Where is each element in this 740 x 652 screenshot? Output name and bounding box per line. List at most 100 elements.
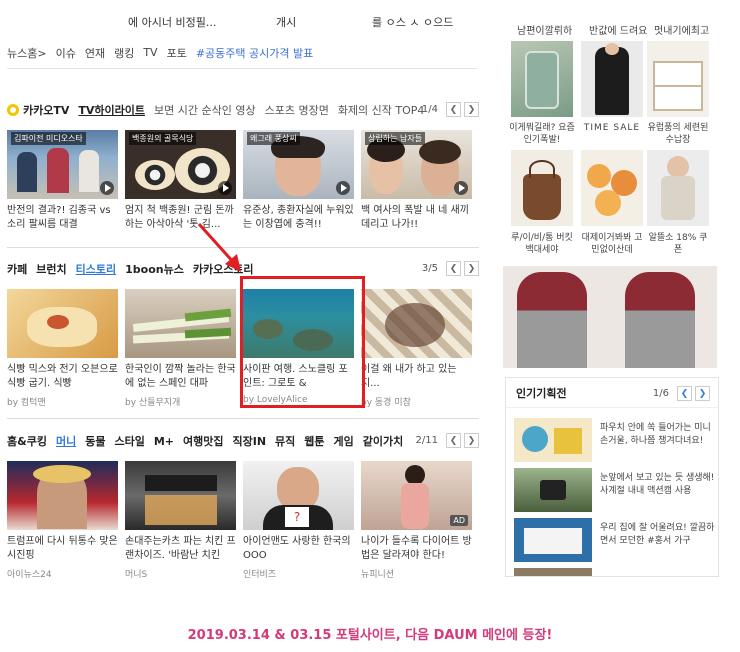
shop-label[interactable]: 반값에 드려요 xyxy=(589,22,647,37)
news-card[interactable]: 손대주는카츠 파는 치킨 프랜차이즈. '바람난 치킨 머니S xyxy=(125,461,236,580)
video-card[interactable]: 왜그래 풍상씨 유준상, 종환자실에 누워있는 이창엽에 충격!! xyxy=(243,130,354,232)
popular-item-text[interactable]: 파우치 안에 쏙 들어가는 미니 손거울, 하나쯤 챙겨다녀요! xyxy=(600,422,720,448)
tab-music[interactable]: 뮤직 xyxy=(275,433,295,449)
news-thumbnail[interactable] xyxy=(125,461,236,530)
blog-card[interactable]: 이걸 왜 내가 하고 있는지... by 동경 미참 xyxy=(361,289,472,408)
shop-label[interactable]: 남편이깔뤼하 xyxy=(517,22,572,37)
news-thumbnail[interactable] xyxy=(7,461,118,530)
tab-tistory[interactable]: 티스토리 xyxy=(76,261,116,277)
news-thumbnail[interactable]: ? xyxy=(243,461,354,530)
tab-animal[interactable]: 동물 xyxy=(85,433,105,449)
blog-title[interactable]: 이걸 왜 내가 하고 있는지... xyxy=(361,363,472,391)
shop-product-image[interactable] xyxy=(647,41,709,117)
tab-brunch[interactable]: 브런치 xyxy=(36,261,66,277)
video-thumbnail[interactable]: 김파이전 미디오스타 xyxy=(7,130,118,199)
nav-hashtag[interactable]: #공동주택 공시가격 발표 xyxy=(196,45,313,61)
popular-item[interactable]: 눈앞에서 보고 있는 듯 생생해! 사계절 내내 액션캠 사용 xyxy=(514,468,714,512)
tab-game[interactable]: 게임 xyxy=(334,433,354,449)
tab-money[interactable]: 머니 xyxy=(56,433,76,449)
cooking-pager: 2/11 ❮ ❯ xyxy=(416,433,479,448)
play-icon xyxy=(454,181,468,195)
popular-item-text[interactable]: 우리 집에 잘 어울려요! 깔끔하면서 모던한 #홍서 가구 xyxy=(600,522,720,548)
prev-button[interactable]: ❮ xyxy=(446,433,461,448)
blog-thumbnail[interactable] xyxy=(7,289,118,358)
promo-caption: 2019.03.14 & 03.15 포털사이트, 다음 DAUM 메인에 등장… xyxy=(187,628,553,643)
blog-card[interactable]: 식빵 믹스와 전기 오븐으로 식빵 굽기. 식빵 by 컴턱맨 xyxy=(7,289,118,408)
tab-together[interactable]: 같이가치 xyxy=(363,433,403,449)
news-title[interactable]: 트럼프에 다시 뒤통수 맞은 시진핑 xyxy=(7,535,118,563)
tab-new-top4[interactable]: 화제의 신작 TOP4 xyxy=(338,102,425,118)
nav-ranking[interactable]: 랭킹 xyxy=(114,45,134,61)
blog-title[interactable]: 식빵 믹스와 전기 오븐으로 식빵 굽기. 식빵 xyxy=(7,363,118,391)
shop-product-image[interactable] xyxy=(511,41,573,117)
news-source: 인터비즈 xyxy=(243,570,277,580)
video-title[interactable]: 반전의 결과?! 김종국 vs 소리 팔씨름 대결 xyxy=(7,204,118,232)
tab-travel[interactable]: 여행맛집 xyxy=(183,433,223,449)
shop-label[interactable]: 멋내기에최고 xyxy=(654,22,709,37)
nav-issue[interactable]: 이슈 xyxy=(56,45,76,61)
video-thumbnail[interactable]: 상립하는 남자들 xyxy=(361,130,472,199)
video-tag: 상립하는 남자들 xyxy=(365,132,426,145)
video-title[interactable]: 유준상, 종환자실에 누워있는 이창엽에 충격!! xyxy=(243,204,354,232)
video-thumbnail[interactable]: 왜그래 풍상씨 xyxy=(243,130,354,199)
shop-caption[interactable]: 알뜰소 18% 쿠폰 xyxy=(645,232,711,256)
video-thumbnail[interactable]: 백종원의 골목식당 xyxy=(125,130,236,199)
shop-product-image[interactable] xyxy=(581,41,643,117)
tab-tv-highlight[interactable]: TV하이라이트 xyxy=(78,102,145,118)
prev-button[interactable]: ❮ xyxy=(446,102,461,117)
tab-time-video[interactable]: 보면 시간 순삭인 영상 xyxy=(154,102,256,118)
news-title[interactable]: 나이가 들수록 다이어트 방법은 달라져야 한다! xyxy=(361,535,472,563)
popular-item[interactable]: 파우치 안에 쏙 들어가는 미니 손거울, 하나쯤 챙겨다녀요! xyxy=(514,418,714,462)
shop-product-image[interactable] xyxy=(581,150,643,226)
video-card[interactable]: 백종원의 골목식당 엄지 척 백종원! 군림 돈까 하는 아삭아삭 '톳 김..… xyxy=(125,130,236,232)
blog-thumbnail[interactable] xyxy=(361,289,472,358)
next-button[interactable]: ❯ xyxy=(464,433,479,448)
shop-caption[interactable]: 유럽풍의 세련된 수납장 xyxy=(645,122,711,146)
shop-product-image[interactable] xyxy=(511,150,573,226)
next-button[interactable]: ❯ xyxy=(464,261,479,276)
shop-product-image[interactable] xyxy=(647,150,709,226)
video-card[interactable]: 상립하는 남자들 백 여사의 폭발 내 네 새끼 데리고 나가!! xyxy=(361,130,472,232)
news-card[interactable]: 트럼프에 다시 뒤통수 맞은 시진핑 아이뉴스24 xyxy=(7,461,118,580)
news-title[interactable]: 아이언맨도 사랑한 한국의 OOO xyxy=(243,535,354,563)
nav-series[interactable]: 연재 xyxy=(85,45,105,61)
popular-item[interactable]: 우리 집에 잘 어울려요! 깔끔하면서 모던한 #홍서 가구 xyxy=(514,518,714,562)
blog-title[interactable]: 한국인이 깜짝 놀라는 한국에 없는 스페인 대파 xyxy=(125,363,236,391)
popular-item[interactable] xyxy=(514,568,714,576)
news-title[interactable]: 손대주는카츠 파는 치킨 프랜차이즈. '바람난 치킨 xyxy=(125,535,236,563)
blog-card[interactable]: 한국인이 깜짝 놀라는 한국에 없는 스페인 대파 by 산들무지개 xyxy=(125,289,236,408)
shop-caption[interactable]: 이게뭐길래? 요즘인기폭발! xyxy=(509,122,575,146)
news-card[interactable]: ? 아이언맨도 사랑한 한국의 OOO 인터비즈 xyxy=(243,461,354,580)
nav-news-home[interactable]: 뉴스홈> xyxy=(7,45,47,61)
video-card[interactable]: 김파이전 미디오스타 반전의 결과?! 김종국 vs 소리 팔씨름 대결 xyxy=(7,130,118,232)
video-title[interactable]: 백 여사의 폭발 내 네 새끼 데리고 나가!! xyxy=(361,204,472,232)
shop-caption[interactable]: 루/이/비/통 버킷백대세야 xyxy=(509,232,575,256)
tab-sports[interactable]: 스포츠 명장면 xyxy=(265,102,329,118)
next-button[interactable]: ❯ xyxy=(695,386,710,401)
blog-thumbnail[interactable] xyxy=(125,289,236,358)
tab-mplus[interactable]: M+ xyxy=(154,435,174,448)
tab-1boon[interactable]: 1boon뉴스 xyxy=(125,261,184,277)
shop-caption[interactable]: 대제이거봐봐 고민없이산데 xyxy=(579,232,645,256)
prev-button[interactable]: ❮ xyxy=(446,261,461,276)
shop-caption[interactable]: TIME SALE xyxy=(579,122,645,134)
shop-banner-image[interactable] xyxy=(503,266,717,368)
tab-webtoon[interactable]: 웹툰 xyxy=(304,433,324,449)
popular-item-image[interactable] xyxy=(514,468,592,512)
blog-author: by 동경 미참 xyxy=(361,398,411,408)
nav-photo[interactable]: 포토 xyxy=(167,45,187,61)
nav-tv[interactable]: TV xyxy=(143,46,157,59)
popular-item-text[interactable]: 눈앞에서 보고 있는 듯 생생해! 사계절 내내 액션캠 사용 xyxy=(600,472,720,498)
tab-cafe[interactable]: 카페 xyxy=(7,261,27,277)
tab-style[interactable]: 스타일 xyxy=(114,433,144,449)
popular-item-image[interactable] xyxy=(514,518,592,562)
prev-button[interactable]: ❮ xyxy=(677,386,692,401)
news-card[interactable]: AD 나이가 들수록 다이어트 방법은 달라져야 한다! 뉴피니션 xyxy=(361,461,472,580)
kakaotv-logo-text[interactable]: 카카오TV xyxy=(23,102,69,118)
tab-work[interactable]: 직장IN xyxy=(232,433,266,449)
popular-item-image[interactable] xyxy=(514,568,592,576)
popular-item-image[interactable] xyxy=(514,418,592,462)
tab-home-cooking[interactable]: 홈&쿠킹 xyxy=(7,433,47,449)
news-thumbnail[interactable]: AD xyxy=(361,461,472,530)
next-button[interactable]: ❯ xyxy=(464,102,479,117)
